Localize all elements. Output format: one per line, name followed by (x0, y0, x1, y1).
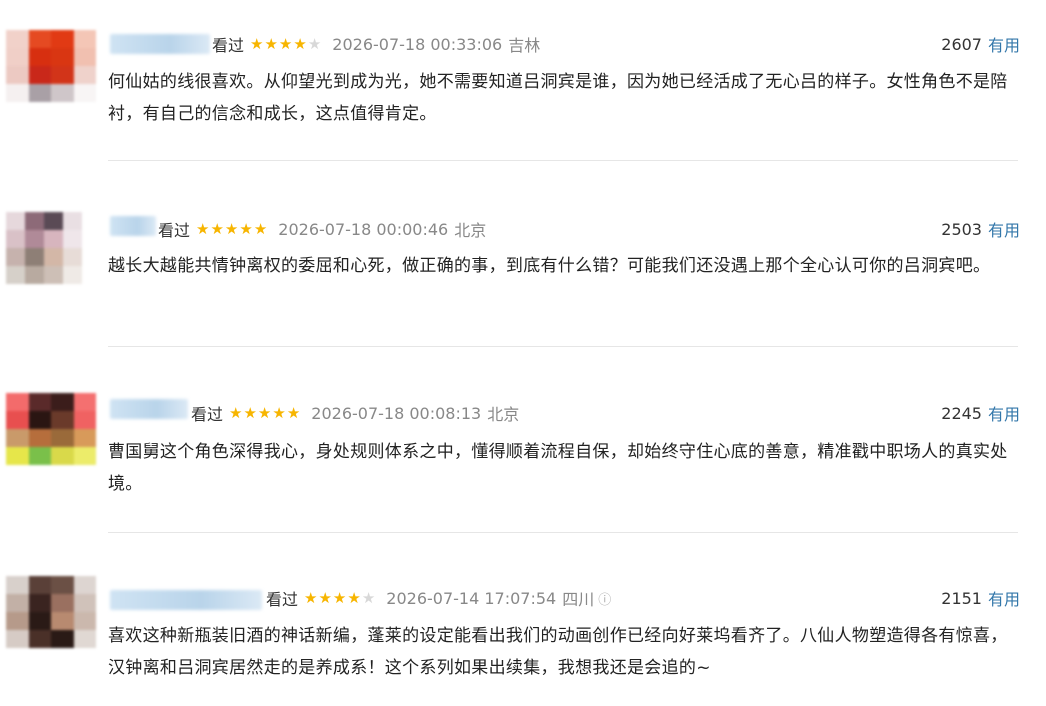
useful-button[interactable]: 有用 (988, 401, 1020, 425)
username[interactable] (110, 590, 262, 610)
star-icon: ★ (257, 403, 272, 422)
star-icon: ★ (307, 34, 322, 53)
avatar[interactable] (6, 212, 82, 284)
watched-label: 看过 (266, 590, 299, 609)
review-location: 吉林 (508, 36, 541, 55)
avatar[interactable] (6, 30, 96, 102)
vote-count: 2503 (941, 219, 982, 239)
divider (108, 346, 1018, 347)
star-icon: ★ (286, 403, 301, 422)
review-location: 北京 (454, 221, 487, 240)
username[interactable] (110, 34, 210, 54)
avatar[interactable] (6, 576, 96, 648)
star-icon: ★ (196, 219, 210, 238)
review-meta: 看过 ★ ★ ★ ★ ★ 2026-07-18 00:00:46 北京 (158, 216, 486, 242)
review-content: 越长大越能共情钟离权的委屈和心死，做正确的事，到底有什么错？可能我们还没遇上那个… (108, 256, 991, 276)
star-icon: ★ (361, 588, 376, 607)
vote-area: 2245 有用 (941, 400, 1020, 426)
star-icon: ★ (253, 219, 268, 238)
review-meta: 看过 ★ ★ ★ ★ ★ 2026-07-14 17:07:54 四川 ⓘ (266, 585, 611, 611)
star-rating: ★ ★ ★ ★ ★ (304, 588, 376, 607)
username[interactable] (110, 399, 188, 419)
star-rating: ★ ★ ★ ★ ★ (250, 34, 322, 53)
review-time: 2026-07-18 00:08:13 (311, 403, 482, 423)
star-icon: ★ (272, 403, 286, 422)
vote-area: 2503 有用 (941, 216, 1020, 242)
review-content: 曹国舅这个角色深得我心，身处规则体系之中，懂得顺着流程自保，却始终守住心底的善意… (108, 442, 1008, 494)
review-content: 喜欢这种新瓶装旧酒的神话新编，蓬莱的设定能看出我们的动画创作已经向好莱坞看齐了。… (108, 626, 1008, 678)
review-location: 北京 (487, 405, 520, 424)
info-icon[interactable]: ⓘ (598, 589, 611, 608)
useful-button[interactable]: 有用 (988, 32, 1020, 56)
star-icon: ★ (304, 588, 318, 607)
vote-area: 2607 有用 (941, 31, 1020, 57)
divider (108, 160, 1018, 161)
star-icon: ★ (243, 403, 257, 422)
star-rating: ★ ★ ★ ★ ★ (196, 219, 268, 238)
divider (108, 532, 1018, 533)
star-icon: ★ (318, 588, 332, 607)
star-icon: ★ (239, 219, 253, 238)
vote-area: 2151 有用 (941, 585, 1020, 611)
review-time: 2026-07-18 00:33:06 (332, 34, 503, 54)
useful-button[interactable]: 有用 (988, 586, 1020, 610)
star-icon: ★ (210, 219, 224, 238)
username[interactable] (110, 216, 156, 236)
watched-label: 看过 (212, 36, 245, 55)
vote-count: 2245 (941, 403, 982, 423)
star-icon: ★ (278, 34, 293, 53)
vote-count: 2151 (941, 588, 982, 608)
star-icon: ★ (347, 588, 361, 607)
star-icon: ★ (224, 219, 239, 238)
review-meta: 看过 ★ ★ ★ ★ ★ 2026-07-18 00:33:06 吉林 (212, 31, 540, 57)
review-content: 何仙姑的线很喜欢。从仰望光到成为光，她不需要知道吕洞宾是谁，因为她已经活成了无心… (108, 72, 1008, 124)
review-location: 四川 (562, 590, 595, 609)
star-icon: ★ (229, 403, 243, 422)
star-rating: ★ ★ ★ ★ ★ (229, 403, 301, 422)
avatar[interactable] (6, 393, 96, 465)
star-icon: ★ (264, 34, 278, 53)
review-time: 2026-07-14 17:07:54 (386, 588, 557, 608)
star-icon: ★ (250, 34, 264, 53)
useful-button[interactable]: 有用 (988, 217, 1020, 241)
vote-count: 2607 (941, 34, 982, 54)
star-icon: ★ (332, 588, 347, 607)
review-time: 2026-07-18 00:00:46 (278, 219, 449, 239)
review-meta: 看过 ★ ★ ★ ★ ★ 2026-07-18 00:08:13 北京 (191, 400, 519, 426)
star-icon: ★ (293, 34, 307, 53)
watched-label: 看过 (191, 405, 224, 424)
watched-label: 看过 (158, 221, 191, 240)
